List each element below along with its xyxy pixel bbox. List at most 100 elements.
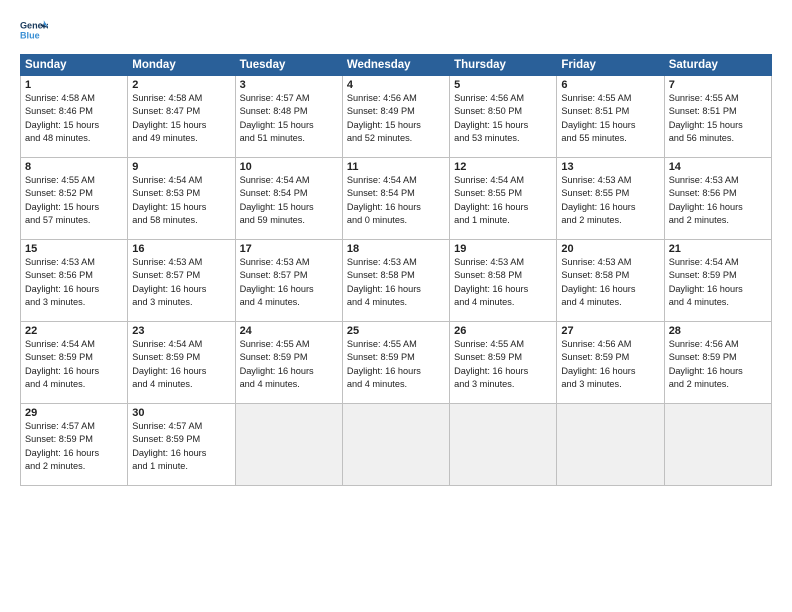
calendar-cell: 4Sunrise: 4:56 AM Sunset: 8:49 PM Daylig… <box>342 76 449 158</box>
calendar-cell: 22Sunrise: 4:54 AM Sunset: 8:59 PM Dayli… <box>21 322 128 404</box>
col-header-friday: Friday <box>557 55 664 76</box>
calendar-cell: 27Sunrise: 4:56 AM Sunset: 8:59 PM Dayli… <box>557 322 664 404</box>
calendar-cell: 18Sunrise: 4:53 AM Sunset: 8:58 PM Dayli… <box>342 240 449 322</box>
calendar-cell: 5Sunrise: 4:56 AM Sunset: 8:50 PM Daylig… <box>450 76 557 158</box>
day-number: 16 <box>132 243 230 255</box>
col-header-wednesday: Wednesday <box>342 55 449 76</box>
calendar-cell: 20Sunrise: 4:53 AM Sunset: 8:58 PM Dayli… <box>557 240 664 322</box>
day-number: 10 <box>240 161 338 173</box>
calendar-cell: 25Sunrise: 4:55 AM Sunset: 8:59 PM Dayli… <box>342 322 449 404</box>
calendar-cell: 23Sunrise: 4:54 AM Sunset: 8:59 PM Dayli… <box>128 322 235 404</box>
day-number: 12 <box>454 161 552 173</box>
day-number: 28 <box>669 325 767 337</box>
day-info: Sunrise: 4:55 AM Sunset: 8:51 PM Dayligh… <box>669 92 767 145</box>
calendar-cell: 13Sunrise: 4:53 AM Sunset: 8:55 PM Dayli… <box>557 158 664 240</box>
calendar-cell: 15Sunrise: 4:53 AM Sunset: 8:56 PM Dayli… <box>21 240 128 322</box>
calendar-cell: 24Sunrise: 4:55 AM Sunset: 8:59 PM Dayli… <box>235 322 342 404</box>
day-info: Sunrise: 4:56 AM Sunset: 8:59 PM Dayligh… <box>561 338 659 391</box>
day-number: 19 <box>454 243 552 255</box>
day-info: Sunrise: 4:57 AM Sunset: 8:59 PM Dayligh… <box>132 420 230 473</box>
calendar-cell <box>450 404 557 486</box>
svg-text:Blue: Blue <box>20 30 40 40</box>
col-header-thursday: Thursday <box>450 55 557 76</box>
day-info: Sunrise: 4:58 AM Sunset: 8:47 PM Dayligh… <box>132 92 230 145</box>
day-info: Sunrise: 4:54 AM Sunset: 8:53 PM Dayligh… <box>132 174 230 227</box>
day-number: 4 <box>347 79 445 91</box>
day-info: Sunrise: 4:58 AM Sunset: 8:46 PM Dayligh… <box>25 92 123 145</box>
day-info: Sunrise: 4:55 AM Sunset: 8:51 PM Dayligh… <box>561 92 659 145</box>
calendar-cell: 6Sunrise: 4:55 AM Sunset: 8:51 PM Daylig… <box>557 76 664 158</box>
day-info: Sunrise: 4:55 AM Sunset: 8:52 PM Dayligh… <box>25 174 123 227</box>
day-number: 8 <box>25 161 123 173</box>
calendar-cell: 19Sunrise: 4:53 AM Sunset: 8:58 PM Dayli… <box>450 240 557 322</box>
calendar-cell: 7Sunrise: 4:55 AM Sunset: 8:51 PM Daylig… <box>664 76 771 158</box>
calendar-cell: 30Sunrise: 4:57 AM Sunset: 8:59 PM Dayli… <box>128 404 235 486</box>
day-number: 21 <box>669 243 767 255</box>
calendar-cell <box>664 404 771 486</box>
day-info: Sunrise: 4:57 AM Sunset: 8:48 PM Dayligh… <box>240 92 338 145</box>
calendar-cell <box>557 404 664 486</box>
day-number: 29 <box>25 407 123 419</box>
day-number: 2 <box>132 79 230 91</box>
day-number: 6 <box>561 79 659 91</box>
day-info: Sunrise: 4:56 AM Sunset: 8:50 PM Dayligh… <box>454 92 552 145</box>
day-number: 11 <box>347 161 445 173</box>
day-number: 7 <box>669 79 767 91</box>
calendar-cell: 16Sunrise: 4:53 AM Sunset: 8:57 PM Dayli… <box>128 240 235 322</box>
day-info: Sunrise: 4:55 AM Sunset: 8:59 PM Dayligh… <box>347 338 445 391</box>
day-info: Sunrise: 4:54 AM Sunset: 8:54 PM Dayligh… <box>240 174 338 227</box>
day-info: Sunrise: 4:53 AM Sunset: 8:58 PM Dayligh… <box>347 256 445 309</box>
day-info: Sunrise: 4:56 AM Sunset: 8:49 PM Dayligh… <box>347 92 445 145</box>
day-info: Sunrise: 4:54 AM Sunset: 8:54 PM Dayligh… <box>347 174 445 227</box>
day-number: 9 <box>132 161 230 173</box>
day-number: 23 <box>132 325 230 337</box>
day-info: Sunrise: 4:53 AM Sunset: 8:57 PM Dayligh… <box>132 256 230 309</box>
calendar-cell: 21Sunrise: 4:54 AM Sunset: 8:59 PM Dayli… <box>664 240 771 322</box>
calendar-cell: 9Sunrise: 4:54 AM Sunset: 8:53 PM Daylig… <box>128 158 235 240</box>
day-info: Sunrise: 4:54 AM Sunset: 8:59 PM Dayligh… <box>669 256 767 309</box>
col-header-sunday: Sunday <box>21 55 128 76</box>
day-number: 14 <box>669 161 767 173</box>
day-number: 18 <box>347 243 445 255</box>
calendar-cell: 28Sunrise: 4:56 AM Sunset: 8:59 PM Dayli… <box>664 322 771 404</box>
calendar-cell: 1Sunrise: 4:58 AM Sunset: 8:46 PM Daylig… <box>21 76 128 158</box>
day-number: 20 <box>561 243 659 255</box>
col-header-monday: Monday <box>128 55 235 76</box>
day-info: Sunrise: 4:55 AM Sunset: 8:59 PM Dayligh… <box>454 338 552 391</box>
day-number: 17 <box>240 243 338 255</box>
calendar-cell <box>235 404 342 486</box>
day-number: 27 <box>561 325 659 337</box>
day-number: 22 <box>25 325 123 337</box>
day-number: 26 <box>454 325 552 337</box>
calendar-cell: 26Sunrise: 4:55 AM Sunset: 8:59 PM Dayli… <box>450 322 557 404</box>
calendar-cell: 10Sunrise: 4:54 AM Sunset: 8:54 PM Dayli… <box>235 158 342 240</box>
day-info: Sunrise: 4:53 AM Sunset: 8:58 PM Dayligh… <box>561 256 659 309</box>
calendar-cell <box>342 404 449 486</box>
logo: General Blue <box>20 16 48 44</box>
col-header-saturday: Saturday <box>664 55 771 76</box>
day-info: Sunrise: 4:54 AM Sunset: 8:55 PM Dayligh… <box>454 174 552 227</box>
day-number: 5 <box>454 79 552 91</box>
calendar-cell: 17Sunrise: 4:53 AM Sunset: 8:57 PM Dayli… <box>235 240 342 322</box>
day-info: Sunrise: 4:54 AM Sunset: 8:59 PM Dayligh… <box>25 338 123 391</box>
day-number: 30 <box>132 407 230 419</box>
calendar-cell: 2Sunrise: 4:58 AM Sunset: 8:47 PM Daylig… <box>128 76 235 158</box>
day-number: 15 <box>25 243 123 255</box>
calendar-cell: 11Sunrise: 4:54 AM Sunset: 8:54 PM Dayli… <box>342 158 449 240</box>
logo-icon: General Blue <box>20 16 48 44</box>
day-info: Sunrise: 4:53 AM Sunset: 8:57 PM Dayligh… <box>240 256 338 309</box>
day-number: 13 <box>561 161 659 173</box>
calendar-cell: 8Sunrise: 4:55 AM Sunset: 8:52 PM Daylig… <box>21 158 128 240</box>
calendar-cell: 14Sunrise: 4:53 AM Sunset: 8:56 PM Dayli… <box>664 158 771 240</box>
calendar-cell: 12Sunrise: 4:54 AM Sunset: 8:55 PM Dayli… <box>450 158 557 240</box>
col-header-tuesday: Tuesday <box>235 55 342 76</box>
day-info: Sunrise: 4:55 AM Sunset: 8:59 PM Dayligh… <box>240 338 338 391</box>
day-info: Sunrise: 4:57 AM Sunset: 8:59 PM Dayligh… <box>25 420 123 473</box>
day-info: Sunrise: 4:53 AM Sunset: 8:56 PM Dayligh… <box>25 256 123 309</box>
calendar-cell: 3Sunrise: 4:57 AM Sunset: 8:48 PM Daylig… <box>235 76 342 158</box>
day-info: Sunrise: 4:54 AM Sunset: 8:59 PM Dayligh… <box>132 338 230 391</box>
day-number: 1 <box>25 79 123 91</box>
day-info: Sunrise: 4:53 AM Sunset: 8:58 PM Dayligh… <box>454 256 552 309</box>
day-number: 24 <box>240 325 338 337</box>
calendar-cell: 29Sunrise: 4:57 AM Sunset: 8:59 PM Dayli… <box>21 404 128 486</box>
